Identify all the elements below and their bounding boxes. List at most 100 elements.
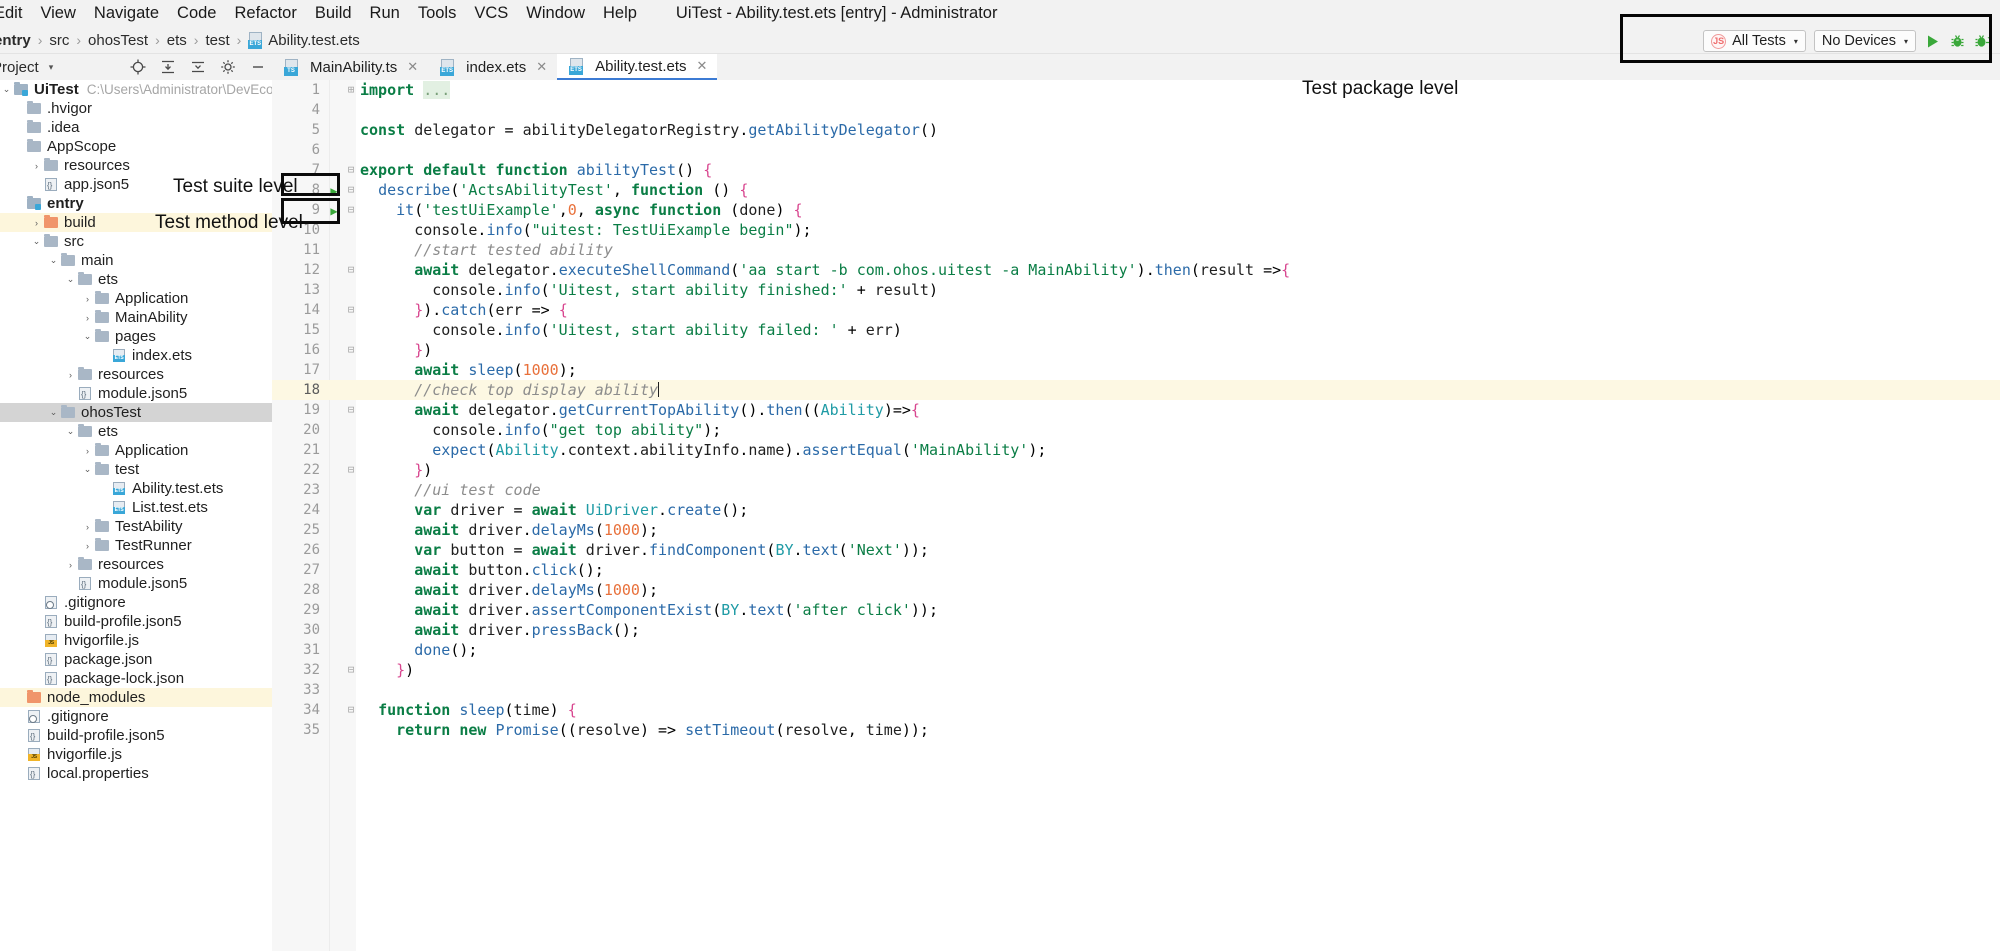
chevron-icon[interactable]: ⌄ xyxy=(81,464,94,475)
project-tree[interactable]: ⌄ UiTest C:\Users\Administrator\DevEcoSt… xyxy=(0,80,272,951)
menu-item-view[interactable]: View xyxy=(31,0,84,27)
breadcrumb-item-src[interactable]: src xyxy=(49,32,69,49)
tree-item-build-profile-json5[interactable]: {}build-profile.json5 xyxy=(0,726,272,745)
fold-toggle-icon[interactable]: ⊟ xyxy=(344,700,358,720)
tree-item-module-json5[interactable]: {}module.json5 xyxy=(0,384,272,403)
tree-item-appscope[interactable]: AppScope xyxy=(0,137,272,156)
tree-item-idea[interactable]: .idea xyxy=(0,118,272,137)
chevron-icon[interactable]: › xyxy=(64,370,77,380)
chevron-right-icon[interactable]: ⌄ xyxy=(0,84,13,95)
tree-item-package-lock-json[interactable]: {}package-lock.json xyxy=(0,669,272,688)
editor-tab-ability-test[interactable]: ETS Ability.test.ets ✕ xyxy=(557,54,717,80)
chevron-icon[interactable]: › xyxy=(81,313,94,323)
tree-item-local-properties[interactable]: {}local.properties xyxy=(0,764,272,783)
tree-item-gitignore[interactable]: .gitignore xyxy=(0,707,272,726)
menu-item-code[interactable]: Code xyxy=(168,0,225,27)
fold-toggle-icon[interactable]: ⊟ xyxy=(344,340,358,360)
code-line-17[interactable]: 17 await sleep(1000); xyxy=(272,360,2000,380)
menu-item-help[interactable]: Help xyxy=(594,0,646,27)
code-line-24[interactable]: 24 var driver = await UiDriver.create(); xyxy=(272,500,2000,520)
fold-toggle-icon[interactable]: ⊟ xyxy=(344,200,358,220)
code-line-20[interactable]: 20 console.info("get top ability"); xyxy=(272,420,2000,440)
fold-toggle-icon[interactable]: ⊟ xyxy=(344,300,358,320)
tree-item-package-json[interactable]: {}package.json xyxy=(0,650,272,669)
code-line-33[interactable]: 33 xyxy=(272,680,2000,700)
fold-toggle-icon[interactable]: ⊟ xyxy=(344,460,358,480)
tree-item-mainability[interactable]: ›MainAbility xyxy=(0,308,272,327)
tree-item-hvigor[interactable]: .hvigor xyxy=(0,99,272,118)
code-line-32[interactable]: 32⊟ }) xyxy=(272,660,2000,680)
tree-item-hvigorfile-js[interactable]: JShvigorfile.js xyxy=(0,631,272,650)
code-line-10[interactable]: 10 console.info("uitest: TestUiExample b… xyxy=(272,220,2000,240)
code-line-1[interactable]: 1⊞import ... xyxy=(272,80,2000,100)
code-line-16[interactable]: 16⊟ }) xyxy=(272,340,2000,360)
menu-item-navigate[interactable]: Navigate xyxy=(85,0,168,27)
code-line-26[interactable]: 26 var button = await driver.findCompone… xyxy=(272,540,2000,560)
chevron-icon[interactable]: ⌄ xyxy=(47,255,60,266)
tree-item-testrunner[interactable]: ›TestRunner xyxy=(0,536,272,555)
code-line-18[interactable]: 18 //check top display ability xyxy=(272,380,2000,400)
chevron-down-icon[interactable]: ▾ xyxy=(49,62,54,73)
chevron-icon[interactable]: ⌄ xyxy=(64,274,77,285)
tree-item-gitignore[interactable]: .gitignore xyxy=(0,593,272,612)
tree-item-src[interactable]: ⌄src xyxy=(0,232,272,251)
code-editor[interactable]: 1⊞import ...45const delegator = abilityD… xyxy=(272,80,2000,951)
minimize-icon[interactable] xyxy=(250,59,266,75)
chevron-icon[interactable]: › xyxy=(81,446,94,456)
tree-item-test[interactable]: ⌄test xyxy=(0,460,272,479)
code-line-12[interactable]: 12⊟ await delegator.executeShellCommand(… xyxy=(272,260,2000,280)
code-line-22[interactable]: 22⊟ }) xyxy=(272,460,2000,480)
breadcrumb-item-ets[interactable]: ets xyxy=(167,32,187,49)
tree-item-testability[interactable]: ›TestAbility xyxy=(0,517,272,536)
tree-root-row[interactable]: ⌄ UiTest C:\Users\Administrator\DevEcoSt… xyxy=(0,80,272,99)
code-content[interactable]: 1⊞import ...45const delegator = abilityD… xyxy=(272,80,2000,951)
breadcrumb-item-file[interactable]: Ability.test.ets xyxy=(268,32,359,49)
code-line-23[interactable]: 23 //ui test code xyxy=(272,480,2000,500)
tree-item-module-json5[interactable]: {}module.json5 xyxy=(0,574,272,593)
close-icon[interactable]: ✕ xyxy=(536,59,547,75)
chevron-icon[interactable]: › xyxy=(30,218,43,228)
chevron-icon[interactable]: ⌄ xyxy=(64,426,77,437)
code-line-35[interactable]: 35 return new Promise((resolve) => setTi… xyxy=(272,720,2000,740)
tree-item-pages[interactable]: ⌄pages xyxy=(0,327,272,346)
code-line-9[interactable]: 9▶⊟ it('testUiExample',0, async function… xyxy=(272,200,2000,220)
code-line-34[interactable]: 34⊟ function sleep(time) { xyxy=(272,700,2000,720)
code-line-28[interactable]: 28 await driver.delayMs(1000); xyxy=(272,580,2000,600)
menu-item-vcs[interactable]: VCS xyxy=(465,0,517,27)
chevron-icon[interactable]: ⌄ xyxy=(47,407,60,418)
tree-item-ability-test-ets[interactable]: ETSAbility.test.ets xyxy=(0,479,272,498)
code-line-13[interactable]: 13 console.info('Uitest, start ability f… xyxy=(272,280,2000,300)
code-line-4[interactable]: 4 xyxy=(272,100,2000,120)
chevron-icon[interactable]: › xyxy=(81,294,94,304)
menu-item-edit[interactable]: Edit xyxy=(0,0,31,27)
tree-item-hvigorfile-js[interactable]: JShvigorfile.js xyxy=(0,745,272,764)
tree-item-resources[interactable]: ›resources xyxy=(0,156,272,175)
code-line-7[interactable]: 7⊟export default function abilityTest() … xyxy=(272,160,2000,180)
fold-toggle-icon[interactable]: ⊟ xyxy=(344,160,358,180)
tree-item-node-modules[interactable]: node_modules xyxy=(0,688,272,707)
menu-item-run[interactable]: Run xyxy=(361,0,409,27)
locate-icon[interactable] xyxy=(130,59,146,75)
tree-item-main[interactable]: ⌄main xyxy=(0,251,272,270)
tree-item-ets[interactable]: ⌄ets xyxy=(0,422,272,441)
chevron-icon[interactable]: › xyxy=(64,560,77,570)
fold-toggle-icon[interactable]: ⊟ xyxy=(344,180,358,200)
code-line-21[interactable]: 21 expect(Ability.context.abilityInfo.na… xyxy=(272,440,2000,460)
code-line-15[interactable]: 15 console.info('Uitest, start ability f… xyxy=(272,320,2000,340)
chevron-icon[interactable]: ⌄ xyxy=(81,331,94,342)
fold-toggle-icon[interactable]: ⊟ xyxy=(344,400,358,420)
menu-item-window[interactable]: Window xyxy=(517,0,594,27)
tree-item-ets[interactable]: ⌄ets xyxy=(0,270,272,289)
close-icon[interactable]: ✕ xyxy=(407,59,418,75)
chevron-icon[interactable]: › xyxy=(81,522,94,532)
chevron-icon[interactable]: ⌄ xyxy=(30,236,43,247)
close-icon[interactable]: ✕ xyxy=(697,58,708,74)
tree-item-resources[interactable]: ›resources xyxy=(0,555,272,574)
editor-tab-mainability[interactable]: TS MainAbility.ts ✕ xyxy=(272,54,428,80)
chevron-icon[interactable]: › xyxy=(30,161,43,171)
breadcrumb-item-test[interactable]: test xyxy=(205,32,229,49)
project-panel-title[interactable]: Project xyxy=(0,59,39,76)
tree-item-application[interactable]: ›Application xyxy=(0,441,272,460)
fold-toggle-icon[interactable]: ⊞ xyxy=(344,80,358,100)
tree-item-list-test-ets[interactable]: ETSList.test.ets xyxy=(0,498,272,517)
